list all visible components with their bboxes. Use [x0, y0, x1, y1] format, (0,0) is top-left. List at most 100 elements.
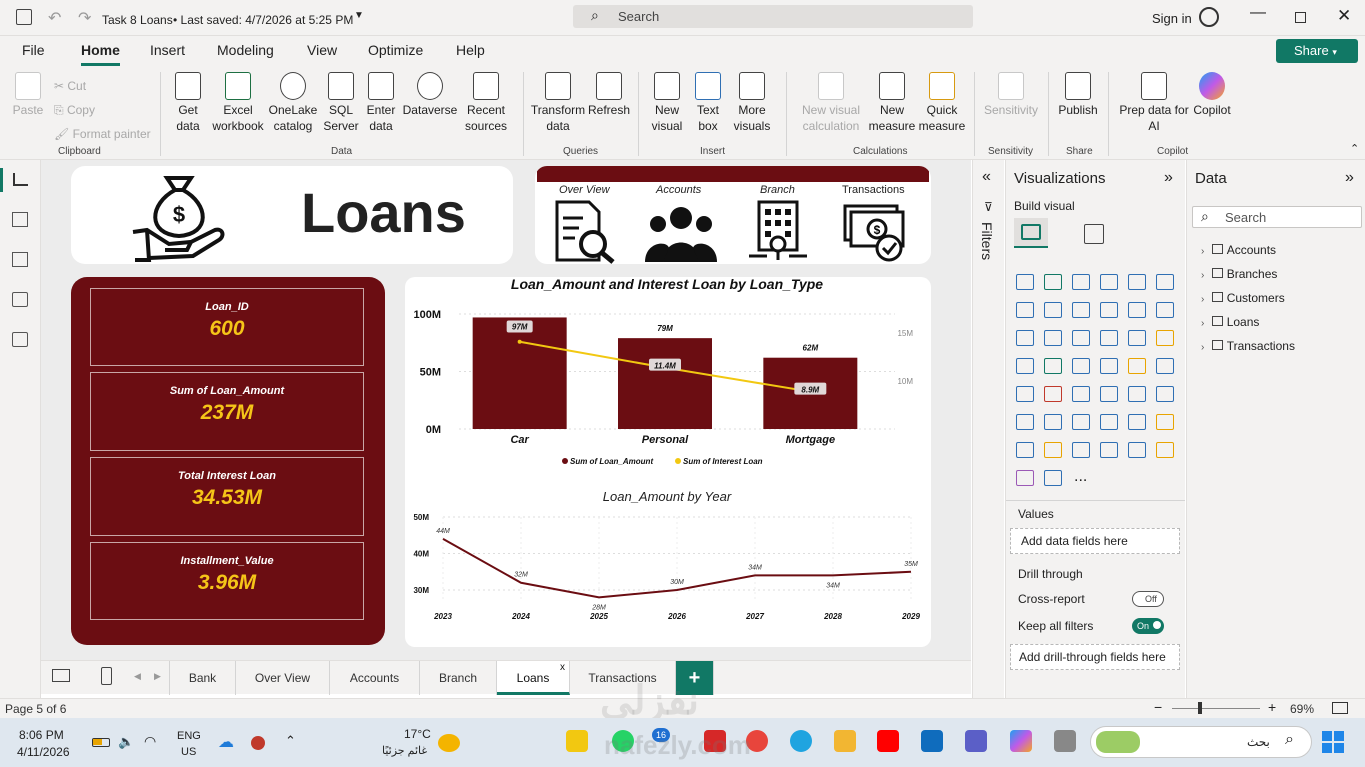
- new-visual-calculation-button[interactable]: New visual calculation: [796, 72, 866, 134]
- paste-button[interactable]: Paste: [10, 72, 46, 118]
- matrix-visual-icon[interactable]: [1100, 386, 1118, 402]
- format-painter-button[interactable]: 🖌 Format painter: [54, 122, 151, 146]
- sql-server-button[interactable]: SQL Server: [322, 72, 360, 134]
- youtube-icon[interactable]: [877, 730, 899, 752]
- nav-transactions-label[interactable]: Transactions: [842, 184, 905, 196]
- nav-accounts-label[interactable]: Accounts: [656, 184, 701, 196]
- loan-type-combo-chart[interactable]: Loan_Amount and Interest Loan by Loan_Ty…: [405, 277, 931, 477]
- weather-icon[interactable]: [438, 734, 460, 752]
- funnel-visual-icon[interactable]: [1044, 330, 1062, 346]
- table-item[interactable]: › Branches: [1201, 267, 1277, 281]
- line-clustered-visual-icon[interactable]: [1156, 302, 1174, 318]
- line-visual-icon[interactable]: [1016, 302, 1034, 318]
- drill-through-drop-zone[interactable]: Add drill-through fields here: [1010, 644, 1180, 670]
- transform-data-button[interactable]: Transform data: [530, 72, 586, 134]
- mobile-layout-icon[interactable]: [101, 667, 112, 685]
- values-drop-zone[interactable]: Add data fields here: [1010, 528, 1180, 554]
- table-item[interactable]: › Loans: [1201, 315, 1259, 329]
- stacked-column-visual-icon[interactable]: [1044, 274, 1062, 290]
- table-item[interactable]: › Customers: [1201, 291, 1285, 305]
- card-new-visual-icon[interactable]: [1128, 442, 1146, 458]
- region-label[interactable]: US: [181, 746, 196, 758]
- onelake-catalog-button[interactable]: OneLake catalog: [267, 72, 319, 134]
- edge-icon[interactable]: [790, 730, 812, 752]
- menu-view[interactable]: View: [307, 42, 337, 58]
- pie-visual-icon[interactable]: [1100, 330, 1118, 346]
- collapse-visualizations-icon[interactable]: »: [1164, 169, 1173, 187]
- menu-help[interactable]: Help: [456, 42, 485, 58]
- table-visual-icon[interactable]: [1072, 386, 1090, 402]
- app-icon[interactable]: [1054, 730, 1076, 752]
- menu-optimize[interactable]: Optimize: [368, 42, 423, 58]
- sensitivity-button[interactable]: Sensitivity: [980, 72, 1042, 118]
- security-icon[interactable]: [251, 736, 265, 750]
- zoom-slider-track[interactable]: [1172, 708, 1260, 709]
- python-visual-visual-icon[interactable]: [1156, 386, 1174, 402]
- scatter-visual-icon[interactable]: [1072, 330, 1090, 346]
- stacked-bar-visual-icon[interactable]: [1016, 274, 1034, 290]
- cut-button[interactable]: ✂ Cut: [54, 74, 151, 98]
- narrative-visual-icon[interactable]: [1100, 414, 1118, 430]
- area-visual-icon[interactable]: [1044, 302, 1062, 318]
- more-visuals-icon[interactable]: ...: [1074, 468, 1087, 486]
- save-icon[interactable]: [16, 9, 32, 25]
- table-item[interactable]: › Transactions: [1201, 339, 1295, 353]
- kpi-visual-icon[interactable]: [1016, 386, 1034, 402]
- more-visuals-button[interactable]: More visuals: [728, 72, 776, 134]
- get-data-button[interactable]: Get data: [166, 72, 210, 134]
- menu-home[interactable]: Home: [81, 42, 120, 58]
- publish-button[interactable]: Publish: [1054, 72, 1102, 118]
- dataverse-button[interactable]: Dataverse: [402, 72, 458, 118]
- waterfall-visual-icon[interactable]: [1016, 330, 1034, 346]
- search-input[interactable]: ⌕ Search: [573, 5, 973, 28]
- recent-sources-button[interactable]: Recent sources: [460, 72, 512, 134]
- keep-filters-toggle[interactable]: On: [1132, 618, 1164, 634]
- redo-icon[interactable]: ↷: [78, 8, 91, 28]
- zoom-out-icon[interactable]: −: [1154, 699, 1162, 715]
- table-item[interactable]: › Accounts: [1201, 243, 1276, 257]
- qa-visual-icon[interactable]: [1072, 414, 1090, 430]
- bank-building-icon[interactable]: [747, 200, 809, 264]
- excel-workbook-button[interactable]: Excel workbook: [210, 72, 266, 134]
- report-view-icon[interactable]: [13, 173, 28, 186]
- document-search-icon[interactable]: [553, 200, 619, 264]
- volume-icon[interactable]: 🔈: [118, 734, 134, 750]
- treemap-visual-icon[interactable]: [1156, 330, 1174, 346]
- line-column-visual-icon[interactable]: [1128, 302, 1146, 318]
- tab-overview[interactable]: Over View: [236, 661, 330, 695]
- menu-modeling[interactable]: Modeling: [217, 42, 274, 58]
- close-tab-icon[interactable]: x: [560, 651, 565, 685]
- new-measure-button[interactable]: New measure: [866, 72, 918, 134]
- taskbar-search[interactable]: بحث ⌕: [1090, 726, 1312, 758]
- build-visual-tab[interactable]: [1014, 218, 1048, 248]
- onedrive-icon[interactable]: ☁: [218, 732, 234, 752]
- tab-branch[interactable]: Branch: [420, 661, 497, 695]
- gauge-visual-icon[interactable]: [1100, 358, 1118, 374]
- copilot-button[interactable]: Copilot: [1190, 72, 1234, 118]
- multi-row-card-visual-icon[interactable]: [1156, 358, 1174, 374]
- account-icon[interactable]: [1199, 7, 1219, 27]
- powerbi-taskbar-icon[interactable]: [566, 730, 588, 752]
- chevron-up-icon[interactable]: ⌃: [285, 733, 296, 749]
- more-visual-icon[interactable]: [1044, 470, 1062, 486]
- sign-in-link[interactable]: Sign in: [1152, 11, 1192, 26]
- maximize-icon[interactable]: [1295, 12, 1306, 23]
- key-influencers-visual-icon[interactable]: [1016, 414, 1034, 430]
- undo-icon[interactable]: ↶: [48, 8, 61, 28]
- collapse-data-icon[interactable]: »: [1345, 169, 1354, 187]
- nav-branch-label[interactable]: Branch: [760, 184, 795, 196]
- 100-column-visual-icon[interactable]: [1156, 274, 1174, 290]
- nav-overview-label[interactable]: Over View: [559, 184, 610, 196]
- power-automate-visual-icon[interactable]: [1044, 442, 1062, 458]
- minimize-icon[interactable]: —: [1250, 4, 1266, 22]
- zoom-slider-thumb[interactable]: [1198, 702, 1202, 714]
- loan-by-year-line-chart[interactable]: Loan_Amount by Year 50M 40M 30M 44M 2023 32M 20…: [405, 483, 931, 643]
- close-icon[interactable]: ✕: [1337, 6, 1351, 26]
- text-box-button[interactable]: Text box: [690, 72, 726, 134]
- table-view-icon[interactable]: [12, 212, 28, 227]
- model-view-icon[interactable]: [12, 252, 28, 267]
- tab-bank[interactable]: Bank: [169, 661, 236, 695]
- share-button[interactable]: Share ▾: [1276, 39, 1358, 63]
- refresh-button[interactable]: Refresh: [588, 72, 630, 118]
- azure-map-visual-icon[interactable]: [1072, 442, 1090, 458]
